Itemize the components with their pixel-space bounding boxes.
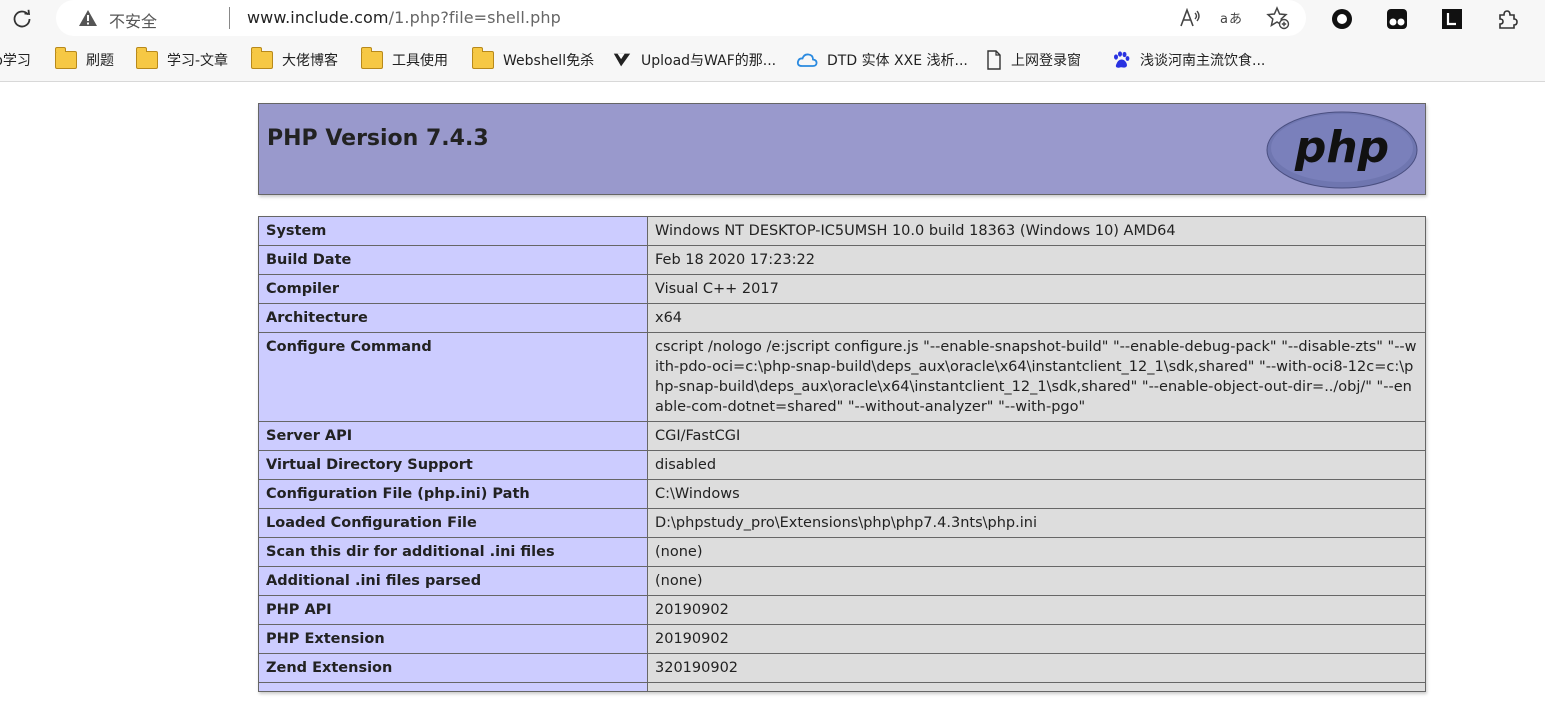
tampermonkey-icon[interactable]	[1384, 6, 1410, 32]
config-value: cscript /nologo /e:jscript configure.js …	[647, 332, 1426, 422]
php-version-title: PHP Version 7.4.3	[267, 126, 489, 151]
bookmark-label: Upload与WAF的那...	[641, 53, 777, 69]
bookmark-label: 浅谈河南主流饮食...	[1140, 53, 1266, 69]
dark-reader-icon[interactable]	[1439, 6, 1465, 32]
table-row: System Windows NT DESKTOP-IC5UMSH 10.0 bu…	[258, 216, 1426, 246]
config-key: Zend Extension	[258, 653, 648, 683]
table-row: PHP API 20190902	[258, 595, 1426, 625]
table-row	[258, 682, 1426, 692]
config-value: Windows NT DESKTOP-IC5UMSH 10.0 build 18…	[647, 216, 1426, 246]
puzzle-extensions-icon[interactable]	[1494, 6, 1520, 32]
config-key: Architecture	[258, 303, 648, 333]
read-aloud-icon[interactable]	[1178, 6, 1202, 30]
bookmark-label: 工具使用	[392, 53, 448, 69]
config-value: D:\phpstudy_pro\Extensions\php\php7.4.3n…	[647, 508, 1426, 538]
config-value: (none)	[647, 566, 1426, 596]
php-logo[interactable]: php	[1265, 110, 1419, 190]
bookmark-label: b学习	[0, 53, 31, 69]
config-key: Compiler	[258, 274, 648, 304]
bookmark-label: 大佬博客	[282, 53, 338, 69]
cloud-icon	[796, 53, 818, 67]
config-key: Configuration File (php.ini) Path	[258, 479, 648, 509]
config-value	[647, 682, 1426, 692]
config-key: System	[258, 216, 648, 246]
config-value: Feb 18 2020 17:23:22	[647, 245, 1426, 275]
svg-text:あ: あ	[1229, 12, 1242, 27]
table-row: Compiler Visual C++ 2017	[258, 274, 1426, 304]
bookmark-folder-4[interactable]: 工具使用	[360, 47, 448, 71]
config-value: 320190902	[647, 653, 1426, 683]
config-key: Loaded Configuration File	[258, 508, 648, 538]
reload-icon	[13, 9, 31, 28]
table-row: Loaded Configuration File D:\phpstudy_pro…	[258, 508, 1426, 538]
php-logo-text: php	[1294, 122, 1389, 173]
config-value: disabled	[647, 450, 1426, 480]
bookmark-folder-1[interactable]: 刷题	[54, 47, 114, 71]
config-value: (none)	[647, 537, 1426, 567]
config-key: Build Date	[258, 245, 648, 275]
config-key: Scan this dir for additional .ini files	[258, 537, 648, 567]
table-row: PHP Extension 20190902	[258, 624, 1426, 654]
bookmark-folder-0[interactable]: b学习	[0, 49, 31, 71]
config-key: PHP Extension	[258, 624, 648, 654]
phpinfo-table: System Windows NT DESKTOP-IC5UMSH 10.0 bu…	[258, 216, 1426, 692]
config-value: 20190902	[647, 595, 1426, 625]
table-row: Scan this dir for additional .ini files(…	[258, 537, 1426, 567]
bookmark-label: DTD 实体 XXE 浅析...	[827, 53, 968, 69]
baidu-paw-icon	[1114, 51, 1130, 68]
bookmarks-bar: b学习 刷题 学习-文章 大佬博客 工具使用 Webshell免杀 Upload…	[0, 38, 1545, 82]
bookmark-label: Webshell免杀	[503, 53, 595, 69]
folder-icon	[471, 47, 494, 69]
table-row: Configuration File (php.ini) Path C:\Wind…	[258, 479, 1426, 509]
folder-icon	[250, 47, 273, 69]
config-value: x64	[647, 303, 1426, 333]
bookmark-label: 上网登录窗	[1011, 53, 1081, 69]
config-value: 20190902	[647, 624, 1426, 654]
omnibox-separator	[229, 7, 230, 29]
phpinfo-header: PHP Version 7.4.3 php	[258, 103, 1426, 195]
bookmark-label: 学习-文章	[167, 53, 229, 69]
bookmark-label: 刷题	[86, 53, 114, 69]
config-key: Configure Command	[258, 332, 648, 422]
translate-icon[interactable]: aあ	[1220, 6, 1244, 30]
table-row: Server API CGI/FastCGI	[258, 421, 1426, 451]
not-secure-warning-icon[interactable]	[78, 8, 98, 28]
bookmark-henan-food[interactable]: 浅谈河南主流饮食...	[1111, 49, 1265, 71]
config-key: Server API	[258, 421, 648, 451]
folder-icon	[360, 47, 383, 69]
svg-text:a: a	[1220, 12, 1228, 27]
address-bar-area: 不安全 www.include.com/1.php?file=shell.php…	[0, 0, 1545, 38]
omnibox[interactable]: 不安全 www.include.com/1.php?file=shell.php…	[56, 0, 1306, 36]
url-path: /1.php?file=shell.php	[388, 8, 561, 27]
config-key: Virtual Directory Support	[258, 450, 648, 480]
page-icon	[987, 50, 1001, 70]
bookmark-dtd-xxe[interactable]: DTD 实体 XXE 浅析...	[796, 49, 968, 71]
bookmark-login-window[interactable]: 上网登录窗	[986, 49, 1081, 71]
bookmark-upload-waf[interactable]: Upload与WAF的那...	[612, 49, 776, 71]
reload-button[interactable]	[8, 5, 36, 33]
table-row: Zend Extension 320190902	[258, 653, 1426, 683]
bookmark-folder-5[interactable]: Webshell免杀	[471, 47, 595, 71]
add-favorite-icon[interactable]	[1266, 6, 1290, 30]
table-row: Configure Command cscript /nologo /e:jscr…	[258, 332, 1426, 422]
url-text[interactable]: www.include.com/1.php?file=shell.php	[247, 8, 561, 27]
site-icon	[613, 53, 631, 67]
circle-extension-icon[interactable]	[1329, 6, 1355, 32]
table-row: Virtual Directory Support disabled	[258, 450, 1426, 480]
folder-icon	[54, 47, 77, 69]
table-row: Additional .ini files parsed (none)	[258, 566, 1426, 596]
config-value: Visual C++ 2017	[647, 274, 1426, 304]
bookmark-folder-2[interactable]: 学习-文章	[135, 47, 229, 71]
not-secure-label[interactable]: 不安全	[109, 8, 157, 32]
config-key	[258, 682, 648, 692]
config-key: PHP API	[258, 595, 648, 625]
config-value: C:\Windows	[647, 479, 1426, 509]
table-row: Architecture x64	[258, 303, 1426, 333]
table-row: Build Date Feb 18 2020 17:23:22	[258, 245, 1426, 275]
config-key: Additional .ini files parsed	[258, 566, 648, 596]
config-value: CGI/FastCGI	[647, 421, 1426, 451]
url-host: www.include.com	[247, 8, 389, 27]
bookmark-folder-3[interactable]: 大佬博客	[250, 47, 338, 71]
folder-icon	[135, 47, 158, 69]
